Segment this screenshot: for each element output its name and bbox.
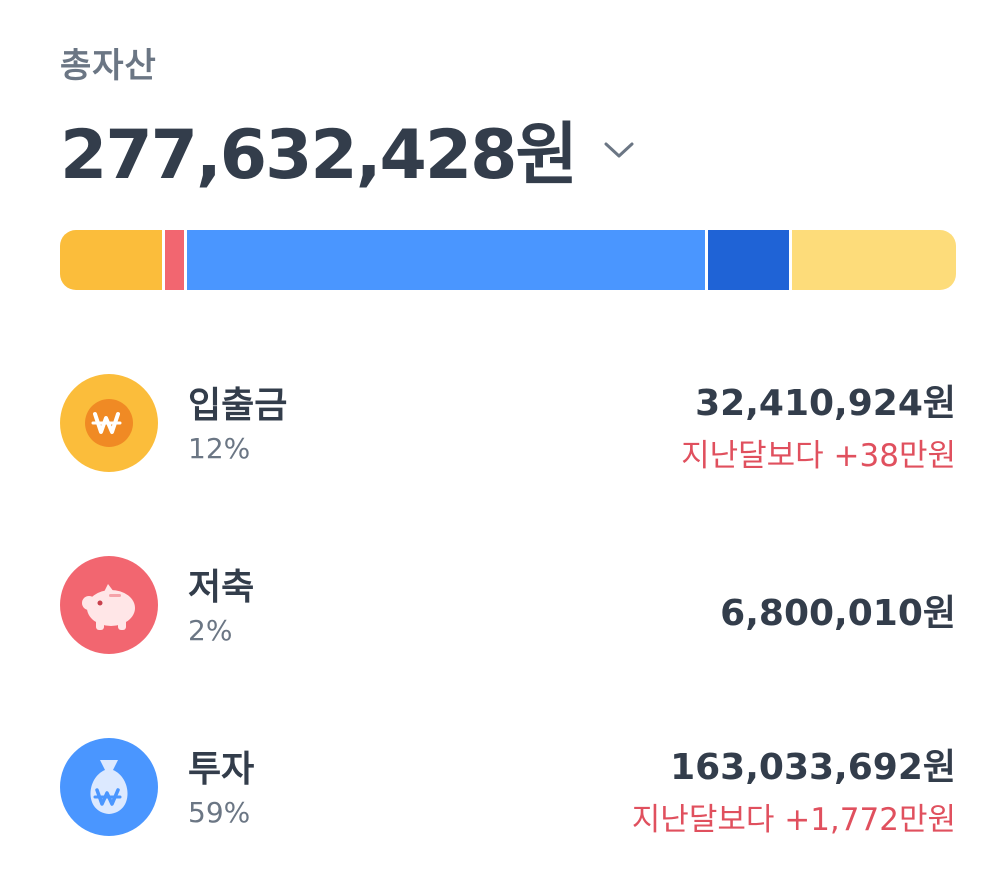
chevron-down-icon[interactable] [602,140,636,160]
account-change: 지난달보다 +38만원 [681,438,956,474]
bar-segment-cash [60,230,165,290]
account-name: 저축 [188,567,255,608]
piggy-bank-icon [60,556,158,654]
bar-segment-other-investment [708,230,793,290]
account-percent: 12% [188,432,251,465]
account-row-investment[interactable]: 투자 59% 163,033,692원 지난달보다 +1,772만원 [60,738,956,848]
account-row-savings[interactable]: 저축 2% 6,800,010원 [60,556,956,666]
account-amount: 6,800,010원 [720,593,956,634]
account-row-checking[interactable]: 입출금 12% 32,410,924원 지난달보다 +38만원 [60,374,956,484]
bar-segment-other [792,230,956,290]
total-assets-toggle[interactable]: 277,632,428원 [60,106,636,195]
money-bag-icon [60,738,158,836]
total-assets-amount: 277,632,428원 [60,115,578,195]
bar-segment-savings [164,230,188,290]
asset-distribution-bar [60,230,956,290]
bar-segment-investment [187,230,709,290]
page-title: 총자산 [60,46,157,86]
account-name: 투자 [188,749,255,790]
account-change: 지난달보다 +1,772만원 [631,802,956,838]
won-coin-icon [60,374,158,472]
account-percent: 59% [188,796,251,829]
account-amount: 32,410,924원 [695,383,956,424]
account-amount: 163,033,692원 [670,747,956,788]
account-percent: 2% [188,614,233,647]
account-name: 입출금 [188,385,288,426]
